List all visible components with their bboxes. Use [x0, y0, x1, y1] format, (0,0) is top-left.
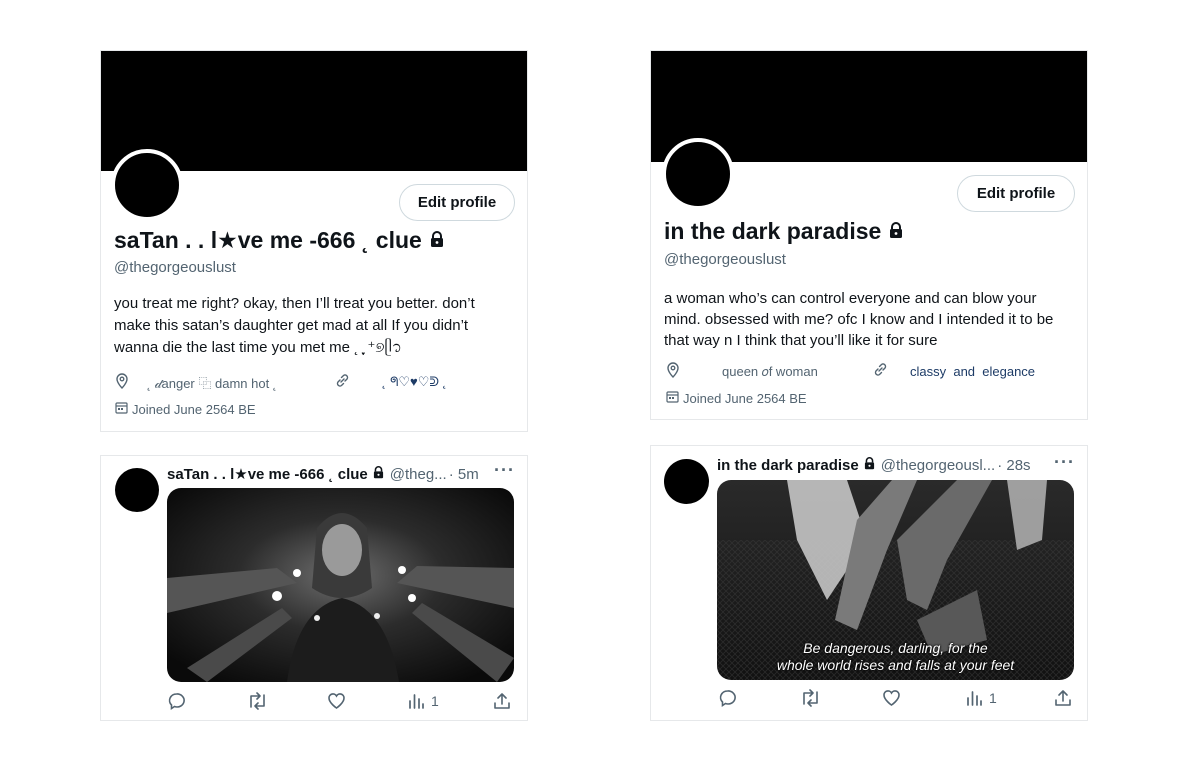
views-count: 1: [431, 693, 439, 709]
reply-icon: [718, 689, 737, 707]
tweet-media-image[interactable]: Be dangerous, darling, for the whole wor…: [717, 480, 1074, 680]
link-text[interactable]: ˛ ᖗ♡♥♡ᕲ ˛: [382, 374, 447, 390]
lock-icon: [889, 218, 903, 245]
tweet-author-handle[interactable]: @thegorgeousl...: [881, 457, 995, 474]
share-button[interactable]: [1054, 689, 1072, 707]
like-button[interactable]: [882, 689, 901, 707]
profile-handle: @thegorgeouslust: [114, 259, 236, 276]
profile-handle: @thegorgeouslust: [664, 251, 786, 268]
like-icon: [882, 689, 901, 707]
tweet-author-name[interactable]: saTan . . l★ve me -666 ˛ clue: [167, 465, 368, 483]
views-icon: [965, 689, 983, 707]
retweet-icon: [800, 689, 821, 707]
share-icon: [1054, 689, 1072, 707]
profile-bio: you treat me right? okay, then I’ll trea…: [114, 295, 475, 356]
tweet-header: in the dark paradise @thegorgeousl... · …: [717, 457, 1031, 474]
profile-name: in the dark paradise: [664, 218, 903, 245]
share-icon: [493, 692, 511, 710]
views-icon: [407, 692, 425, 710]
tweet-avatar[interactable]: [115, 468, 159, 512]
reply-icon: [167, 692, 186, 710]
edit-profile-button[interactable]: Edit profile: [957, 175, 1075, 212]
tweet-time[interactable]: · 5m: [449, 466, 479, 483]
left-tweet-card[interactable]: saTan . . l★ve me -666 ˛ clue @theg... ·…: [100, 455, 528, 721]
tweet-author-handle[interactable]: @theg...: [390, 466, 447, 483]
profile-name-text: in the dark paradise: [664, 218, 882, 244]
left-profile-card: Edit profile saTan . . l★ve me -666 ˛ cl…: [100, 50, 528, 432]
link-icon: [335, 373, 354, 391]
views-button[interactable]: 1: [407, 692, 439, 710]
link-icon: [873, 362, 892, 380]
profile-name-text: saTan . . l★ve me -666 ˛ clue: [114, 227, 422, 253]
tweet-author-name[interactable]: in the dark paradise: [717, 457, 859, 474]
profile-joined: Joined June 2564 BE: [115, 401, 256, 417]
edit-profile-button[interactable]: Edit profile: [399, 184, 515, 221]
media-caption-line-1: Be dangerous, darling, for the: [803, 640, 988, 656]
link-text[interactable]: classy and elegance: [910, 364, 1035, 379]
reply-button[interactable]: [718, 689, 737, 707]
tweet-avatar[interactable]: [664, 459, 709, 504]
profile-bio: a woman who’s can control everyone and c…: [664, 290, 1054, 349]
location-icon: [115, 373, 133, 392]
retweet-button[interactable]: [800, 689, 821, 707]
right-tweet-card[interactable]: in the dark paradise @thegorgeousl... · …: [650, 445, 1088, 721]
right-profile-card: Edit profile in the dark paradise @thego…: [650, 50, 1088, 420]
share-button[interactable]: [493, 692, 511, 710]
like-button[interactable]: [327, 692, 346, 710]
profile-name: saTan . . l★ve me -666 ˛ clue: [114, 227, 444, 254]
more-icon[interactable]: ···: [494, 460, 515, 481]
profile-joined: Joined June 2564 BE: [666, 390, 807, 406]
joined-text: Joined June 2564 BE: [683, 390, 807, 406]
media-caption-line-2: whole world rises and falls at your feet: [776, 657, 1015, 673]
tweet-time[interactable]: · 28s: [997, 457, 1030, 474]
profile-link: ˛ ᖗ♡♥♡ᕲ ˛: [335, 373, 447, 391]
more-icon[interactable]: ···: [1054, 452, 1075, 473]
location-text: queen 𝑜f woman: [722, 363, 818, 379]
profile-link: classy and elegance: [873, 362, 1035, 380]
location-text: ˛ 𝒹anger ⿻ damn hot ˛: [147, 376, 278, 391]
tweet-header: saTan . . l★ve me -666 ˛ clue @theg... ·…: [167, 465, 479, 484]
like-icon: [327, 692, 346, 710]
profile-location: ˛ 𝒹anger ⿻ damn hot ˛: [115, 373, 277, 392]
lock-icon: [430, 227, 444, 254]
calendar-icon: [115, 401, 132, 417]
views-button[interactable]: 1: [965, 689, 997, 707]
profile-location: queen 𝑜f woman: [666, 362, 818, 381]
calendar-icon: [666, 390, 683, 406]
lock-icon: [373, 465, 384, 483]
location-icon: [666, 362, 684, 381]
tweet-media-image[interactable]: [167, 488, 514, 682]
joined-text: Joined June 2564 BE: [132, 401, 256, 417]
reply-button[interactable]: [167, 692, 186, 710]
lock-icon: [864, 457, 875, 474]
profile-avatar[interactable]: [662, 138, 734, 210]
retweet-icon: [247, 692, 268, 710]
views-count: 1: [989, 690, 997, 706]
retweet-button[interactable]: [247, 692, 268, 710]
profile-avatar[interactable]: [111, 149, 183, 221]
